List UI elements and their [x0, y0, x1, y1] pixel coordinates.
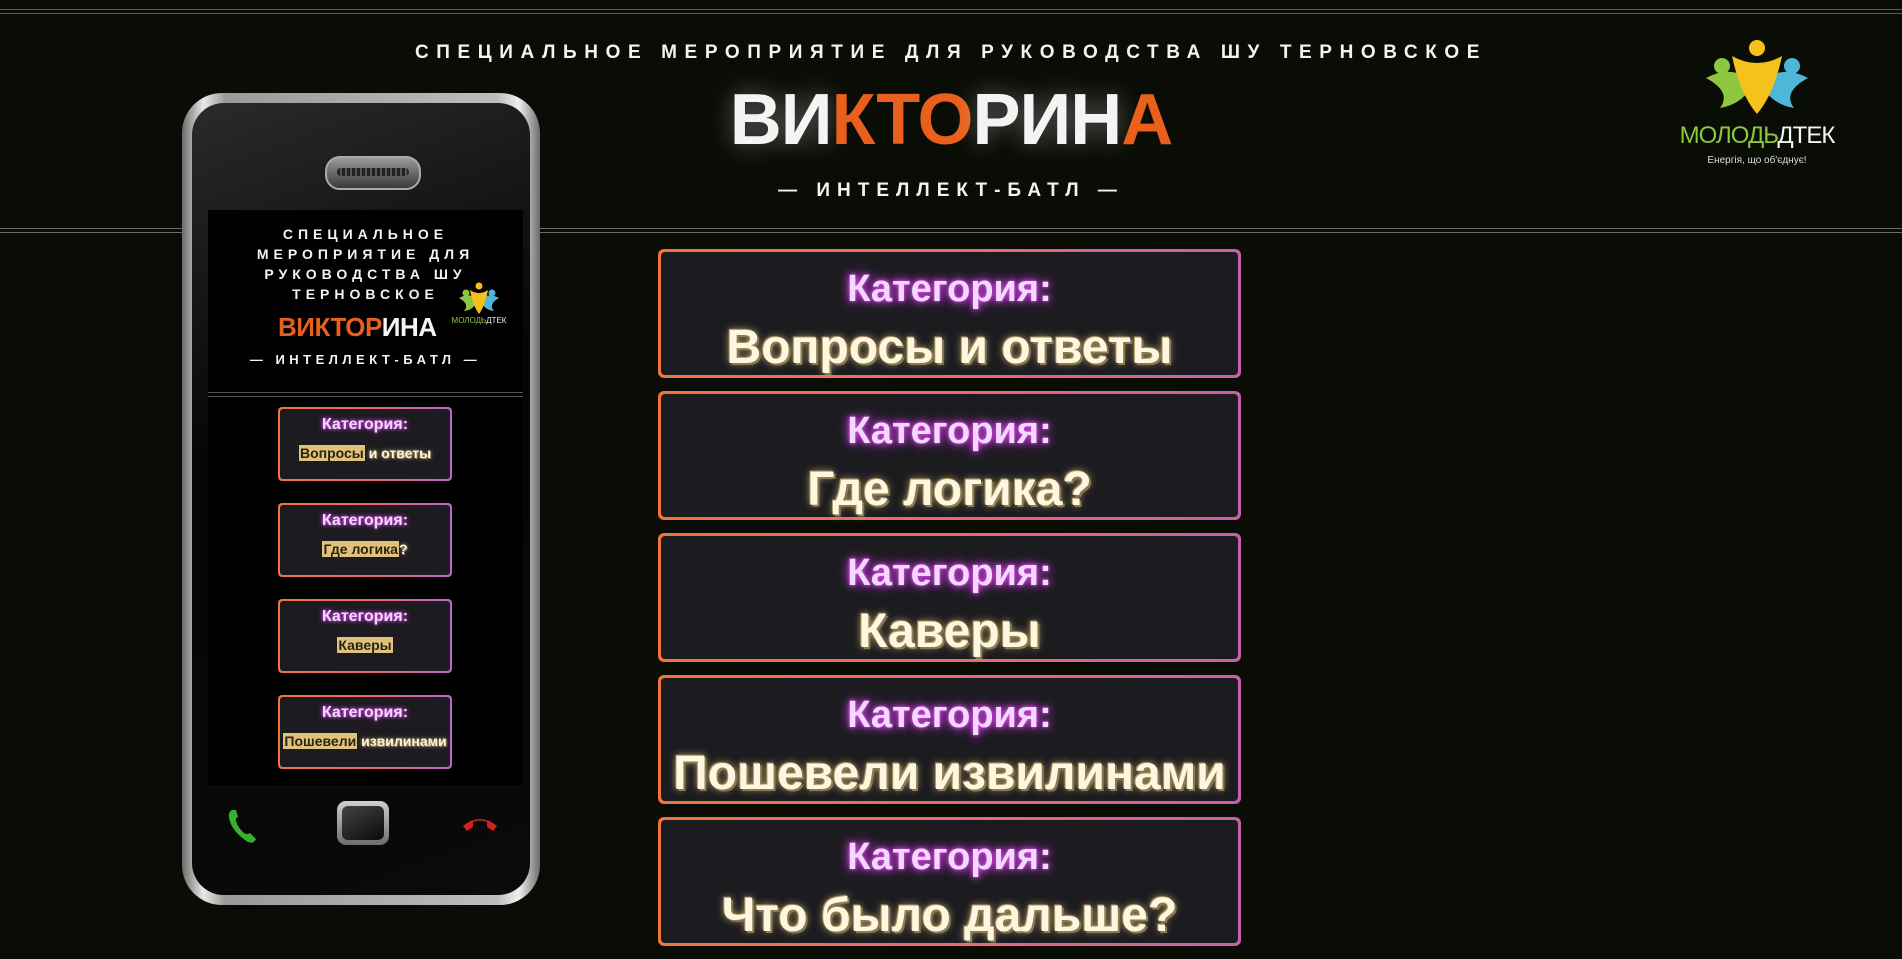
logo-tagline: Енергія, що об'єднує!	[1707, 155, 1807, 166]
category-label: Категория:	[847, 552, 1052, 594]
category-name: Вопросы и ответы	[726, 321, 1173, 374]
mobile-category-card[interactable]: Категория: Вопросы и ответы	[278, 407, 452, 481]
event-kicker: СПЕЦИАЛЬНОЕ МЕРОПРИЯТИЕ ДЛЯ РУКОВОДСТВА …	[414, 42, 1488, 63]
category-card-covers[interactable]: Категория: Каверы	[658, 533, 1241, 662]
category-name: Где логика?	[807, 463, 1092, 516]
mobile-category-highlight: Пошевели	[283, 733, 358, 749]
category-label: Категория:	[847, 410, 1052, 452]
end-call-icon[interactable]	[460, 812, 500, 836]
category-name: Пошевели извилинами	[673, 747, 1226, 800]
call-icon[interactable]	[224, 806, 260, 846]
mobile-category-highlight: Где логика	[322, 541, 399, 557]
svg-text:МОЛОДЬДТЕК: МОЛОДЬДТЕК	[452, 316, 507, 325]
category-label: Категория:	[847, 268, 1052, 310]
title-part-4: А	[1121, 80, 1173, 160]
category-card-questions[interactable]: Категория: Вопросы и ответы	[658, 249, 1241, 378]
logo-word-2: ДТЕК	[1777, 122, 1835, 149]
mobile-title-orange: ВИКТОР	[278, 312, 382, 342]
category-list: Категория: Вопросы и ответы Категория: Г…	[658, 249, 1241, 959]
title-part-3: РИН	[972, 80, 1122, 160]
mobile-title: ВИКТОРИНА	[278, 312, 437, 343]
mobile-logo-icon: МОЛОДЬДТЕК	[452, 282, 507, 325]
logo-wordmark: МОЛОДЬДТЕК	[1662, 122, 1852, 150]
category-label: Категория:	[847, 694, 1052, 736]
mobile-category-label: Категория:	[321, 608, 409, 625]
category-card-logic[interactable]: Категория: Где логика?	[658, 391, 1241, 520]
mobile-title-white: ИНА	[381, 312, 437, 342]
mobile-category-label: Категория:	[321, 416, 409, 433]
mobile-category-name: Где логика?	[280, 530, 450, 557]
title-part-1: ВИ	[729, 80, 833, 160]
mobile-category-name: Пошевели извилинами	[280, 722, 450, 749]
category-label: Категория:	[847, 836, 1052, 878]
mobile-category-card[interactable]: Категория: Где логика?	[278, 503, 452, 577]
category-name: Каверы	[858, 605, 1041, 658]
mobile-category-label: Категория:	[321, 704, 409, 721]
category-card-brain[interactable]: Категория: Пошевели извилинами	[658, 675, 1241, 804]
home-button-icon[interactable]	[337, 801, 389, 845]
category-name: Что было дальше?	[721, 889, 1178, 942]
mobile-category-highlight: Вопросы	[298, 445, 365, 461]
mobile-category-name: Каверы	[280, 626, 450, 653]
category-card-next[interactable]: Категория: Что было дальше?	[658, 817, 1241, 946]
mobile-subtitle: — ИНТЕЛЛЕКТ-БАТЛ —	[249, 352, 482, 367]
mobile-category-label: Категория:	[321, 512, 409, 529]
top-rule-1	[0, 9, 1902, 10]
title-part-2: КТО	[831, 80, 974, 160]
logo-word-1: МОЛОДЬ	[1679, 122, 1779, 149]
top-rule-2	[0, 13, 1902, 14]
mobile-category-rest: ?	[398, 541, 408, 557]
mobile-category-card[interactable]: Категория: Каверы	[278, 599, 452, 673]
mobile-category-rest: извилинами	[357, 733, 447, 749]
mobile-rule-1	[208, 392, 523, 393]
mobile-category-name: Вопросы и ответы	[280, 434, 450, 461]
phone-speaker-icon	[325, 156, 421, 190]
phone-screen: СПЕЦИАЛЬНОЕ МЕРОПРИЯТИЕ ДЛЯ РУКОВОДСТВА …	[208, 210, 523, 785]
mobile-category-highlight: Каверы	[337, 637, 393, 653]
mobile-category-rest: и ответы	[364, 445, 432, 461]
mobile-category-card[interactable]: Категория: Пошевели извилинами	[278, 695, 452, 769]
brand-logo: МОЛОДЬДТЕК Енергія, що об'єднує!	[1662, 34, 1852, 174]
people-logo-icon	[1706, 40, 1808, 114]
mobile-rule-2	[208, 396, 523, 397]
